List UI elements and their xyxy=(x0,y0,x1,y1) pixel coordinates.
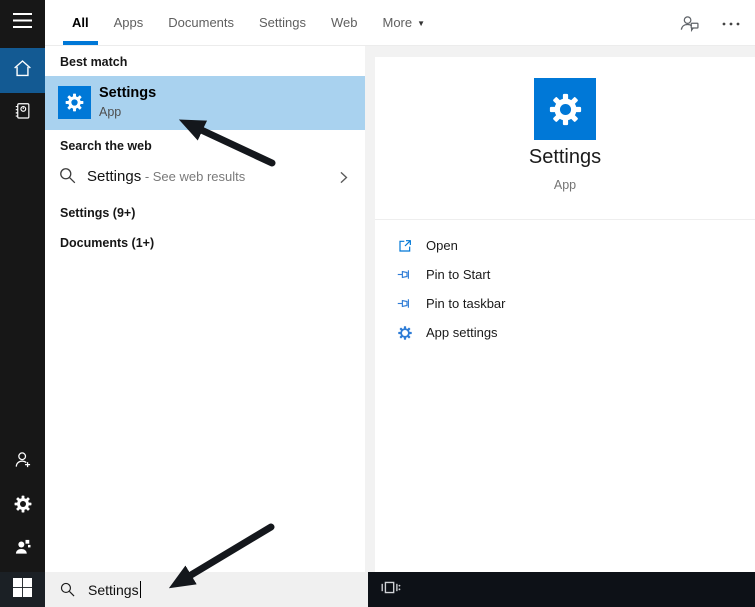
feedback-person-icon xyxy=(13,537,33,562)
tab-settings[interactable]: Settings xyxy=(259,15,306,30)
open-icon xyxy=(396,237,413,254)
tab-web[interactable]: Web xyxy=(331,15,358,30)
results-panel: Best match Settings App Search the web S… xyxy=(45,46,365,572)
best-match-subtitle: App xyxy=(99,105,121,119)
magnifier-icon xyxy=(59,581,76,598)
add-account-icon xyxy=(13,450,33,475)
preview-app-title: Settings xyxy=(375,146,755,169)
journal-icon xyxy=(13,101,32,125)
chevron-right-icon[interactable] xyxy=(335,169,352,191)
ellipsis-icon[interactable] xyxy=(721,13,741,38)
sidebar-item-settings[interactable] xyxy=(0,484,45,529)
filter-tabs: All Apps Documents Settings Web More▼ xyxy=(45,0,755,45)
text-caret xyxy=(140,581,142,598)
sidebar-item-home[interactable] xyxy=(0,48,45,93)
sidebar-item-feedback[interactable] xyxy=(0,527,45,572)
magnifier-icon xyxy=(58,166,77,190)
task-view-button[interactable] xyxy=(368,572,412,607)
preview-app-subtitle: App xyxy=(375,178,755,192)
group-header-documents[interactable]: Documents (1+) xyxy=(60,236,154,250)
pin-icon xyxy=(396,295,413,312)
web-search-result[interactable]: Settings - See web results xyxy=(45,159,365,197)
best-match-title: Settings xyxy=(99,85,156,101)
start-button[interactable] xyxy=(0,572,45,607)
tab-apps[interactable]: Apps xyxy=(114,15,144,30)
tab-documents[interactable]: Documents xyxy=(168,15,234,30)
task-view-icon xyxy=(379,578,401,602)
sidebar xyxy=(0,0,45,607)
sidebar-item-journal[interactable] xyxy=(0,90,45,135)
web-result-text: Settings - See web results xyxy=(87,168,245,185)
chevron-down-icon: ▼ xyxy=(417,19,425,28)
sidebar-item-account[interactable] xyxy=(0,440,45,485)
search-input[interactable]: Settings xyxy=(45,572,368,607)
best-match-result-settings[interactable]: Settings App xyxy=(45,76,365,130)
action-pin-to-start[interactable]: Pin to Start xyxy=(375,260,755,289)
active-tab-underline xyxy=(63,41,98,45)
home-icon xyxy=(12,58,33,83)
action-label: Pin to Start xyxy=(426,267,490,282)
taskbar: Settings xyxy=(0,572,755,607)
action-label: App settings xyxy=(426,325,498,340)
best-match-header: Best match xyxy=(60,55,127,69)
settings-app-tile-icon xyxy=(58,86,91,119)
settings-app-tile-icon-large xyxy=(534,78,596,140)
hamburger-icon xyxy=(13,13,32,33)
account-feedback-icon[interactable] xyxy=(678,11,701,39)
gear-icon xyxy=(396,324,413,341)
action-app-settings[interactable]: App settings xyxy=(375,318,755,347)
action-pin-to-taskbar[interactable]: Pin to taskbar xyxy=(375,289,755,318)
search-web-header: Search the web xyxy=(60,139,152,153)
gear-icon xyxy=(13,494,33,519)
action-open[interactable]: Open xyxy=(375,231,755,260)
action-label: Pin to taskbar xyxy=(426,296,506,311)
topbar-right-icons xyxy=(678,11,741,39)
tab-more[interactable]: More▼ xyxy=(383,15,426,30)
search-filter-bar: All Apps Documents Settings Web More▼ xyxy=(45,0,755,46)
group-header-settings[interactable]: Settings (9+) xyxy=(60,206,135,220)
preview-divider xyxy=(375,219,755,220)
preview-pane-background: Settings App Open Pin to Start xyxy=(365,46,755,572)
windows-search-flyout: All Apps Documents Settings Web More▼ Be… xyxy=(0,0,755,607)
preview-actions: Open Pin to Start Pin to taskbar xyxy=(375,231,755,347)
windows-logo-icon xyxy=(13,578,32,602)
action-label: Open xyxy=(426,238,458,253)
hamburger-menu-button[interactable] xyxy=(0,0,45,45)
pin-icon xyxy=(396,266,413,283)
search-input-value: Settings xyxy=(88,582,139,598)
preview-pane: Settings App Open Pin to Start xyxy=(375,57,755,572)
tab-all[interactable]: All xyxy=(72,15,89,30)
